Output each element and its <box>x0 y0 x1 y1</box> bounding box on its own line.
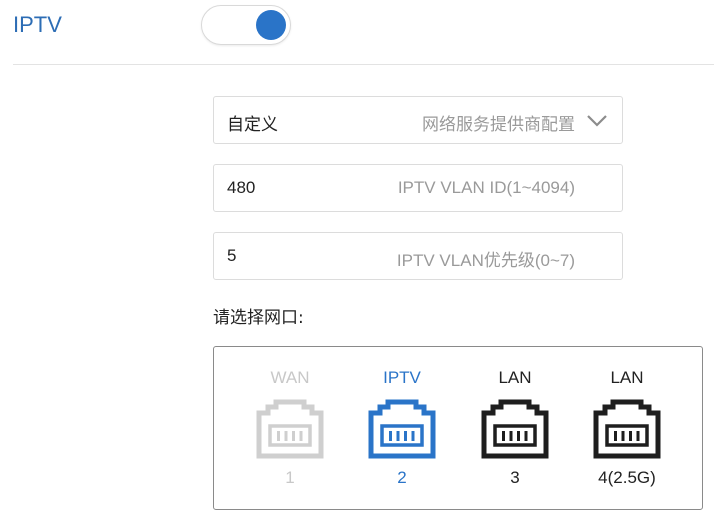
port-name: WAN <box>270 368 310 387</box>
toggle-knob <box>256 10 286 40</box>
divider <box>13 64 714 65</box>
vlan-id-input[interactable]: 480 IPTV VLAN ID(1~4094) <box>213 164 623 212</box>
vlan-priority-placeholder: IPTV VLAN优先级(0~7) <box>396 251 575 270</box>
vlan-priority-value: 5 <box>227 246 237 265</box>
select-placeholder: 网络服务提供商配置 <box>422 115 575 134</box>
port-number: 1 <box>285 468 295 487</box>
port-selector: WAN 1 IPTV 2 LAN 3 LAN 4(2.5G) <box>213 346 703 510</box>
ethernet-port-icon <box>593 399 661 459</box>
port-number: 3 <box>510 468 520 487</box>
iptv-toggle[interactable] <box>201 5 291 45</box>
page-title: IPTV <box>13 12 62 37</box>
port-name: LAN <box>610 368 644 387</box>
select-value: 自定义 <box>227 115 278 134</box>
ethernet-port-icon <box>481 399 549 459</box>
ethernet-port-icon <box>256 399 324 459</box>
port-number: 2 <box>397 468 407 487</box>
isp-config-select[interactable]: 自定义 网络服务提供商配置 <box>213 96 623 144</box>
port-name: IPTV <box>383 368 421 387</box>
vlan-id-value: 480 <box>227 178 256 197</box>
chevron-down-icon <box>587 115 607 127</box>
port-name: LAN <box>498 368 532 387</box>
vlan-id-placeholder: IPTV VLAN ID(1~4094) <box>397 178 575 197</box>
port-number: 4(2.5G) <box>598 468 656 487</box>
vlan-priority-input[interactable]: 5 IPTV VLAN优先级(0~7) <box>213 232 623 280</box>
ethernet-port-icon <box>368 399 436 459</box>
port-select-label: 请选择网口: <box>213 308 304 328</box>
